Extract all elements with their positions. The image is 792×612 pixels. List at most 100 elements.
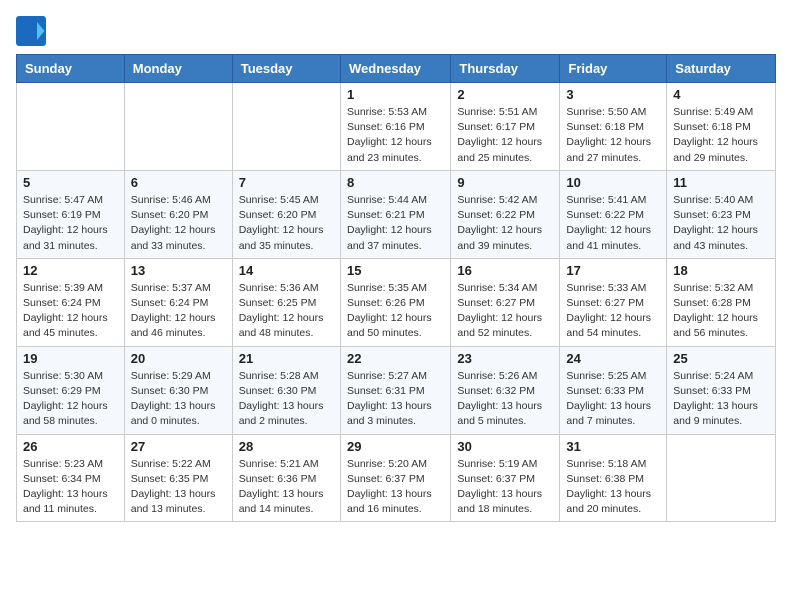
day-info: Sunrise: 5:22 AM Sunset: 6:35 PM Dayligh…: [131, 457, 226, 518]
day-number: 5: [23, 175, 118, 190]
calendar-cell: 22 Sunrise: 5:27 AM Sunset: 6:31 PM Dayli…: [340, 346, 450, 434]
day-number: 18: [673, 263, 769, 278]
calendar-cell: 28Sunrise: 5:21 AM Sunset: 6:36 PM Dayli…: [232, 434, 340, 522]
weekday-header-tuesday: Tuesday: [232, 55, 340, 83]
day-info: Sunrise: 5:39 AM Sunset: 6:24 PM Dayligh…: [23, 281, 118, 342]
calendar-cell: 10 Sunrise: 5:41 AM Sunset: 6:22 PM Dayli…: [560, 170, 667, 258]
calendar-cell: 11 Sunrise: 5:40 AM Sunset: 6:23 PM Dayli…: [667, 170, 776, 258]
day-number: 4: [673, 87, 769, 102]
day-number: 17: [566, 263, 660, 278]
day-number: 24: [566, 351, 660, 366]
day-info: Sunrise: 5:47 AM Sunset: 6:19 PM Dayligh…: [23, 193, 118, 254]
calendar-week-2: 5 Sunrise: 5:47 AM Sunset: 6:19 PM Daylig…: [17, 170, 776, 258]
page-container: SundayMondayTuesdayWednesdayThursdayFrid…: [16, 16, 776, 522]
day-info: Sunrise: 5:51 AM Sunset: 6:17 PM Dayligh…: [457, 105, 553, 166]
day-info: Sunrise: 5:36 AM Sunset: 6:25 PM Dayligh…: [239, 281, 334, 342]
day-info: Sunrise: 5:33 AM Sunset: 6:27 PM Dayligh…: [566, 281, 660, 342]
day-info: Sunrise: 5:37 AM Sunset: 6:24 PM Dayligh…: [131, 281, 226, 342]
weekday-header-row: SundayMondayTuesdayWednesdayThursdayFrid…: [17, 55, 776, 83]
day-number: 19: [23, 351, 118, 366]
weekday-header-wednesday: Wednesday: [340, 55, 450, 83]
calendar-cell: 17 Sunrise: 5:33 AM Sunset: 6:27 PM Dayli…: [560, 258, 667, 346]
day-info: Sunrise: 5:29 AM Sunset: 6:30 PM Dayligh…: [131, 369, 226, 430]
day-number: 1: [347, 87, 444, 102]
day-info: Sunrise: 5:45 AM Sunset: 6:20 PM Dayligh…: [239, 193, 334, 254]
day-info: Sunrise: 5:26 AM Sunset: 6:32 PM Dayligh…: [457, 369, 553, 430]
day-number: 29: [347, 439, 444, 454]
calendar-week-4: 19 Sunrise: 5:30 AM Sunset: 6:29 PM Dayli…: [17, 346, 776, 434]
calendar-cell: 1 Sunrise: 5:53 AM Sunset: 6:16 PM Daylig…: [340, 83, 450, 171]
calendar-week-3: 12 Sunrise: 5:39 AM Sunset: 6:24 PM Dayli…: [17, 258, 776, 346]
day-number: 20: [131, 351, 226, 366]
calendar-cell: 19 Sunrise: 5:30 AM Sunset: 6:29 PM Dayli…: [17, 346, 125, 434]
day-info: Sunrise: 5:49 AM Sunset: 6:18 PM Dayligh…: [673, 105, 769, 166]
calendar-cell: [124, 83, 232, 171]
calendar-cell: 9 Sunrise: 5:42 AM Sunset: 6:22 PM Daylig…: [451, 170, 560, 258]
day-number: 22: [347, 351, 444, 366]
day-number: 2: [457, 87, 553, 102]
day-info: Sunrise: 5:20 AM Sunset: 6:37 PM Dayligh…: [347, 457, 444, 518]
day-info: Sunrise: 5:44 AM Sunset: 6:21 PM Dayligh…: [347, 193, 444, 254]
day-number: 12: [23, 263, 118, 278]
day-info: Sunrise: 5:42 AM Sunset: 6:22 PM Dayligh…: [457, 193, 553, 254]
day-number: 31: [566, 439, 660, 454]
day-number: 21: [239, 351, 334, 366]
day-info: Sunrise: 5:30 AM Sunset: 6:29 PM Dayligh…: [23, 369, 118, 430]
calendar-cell: 20 Sunrise: 5:29 AM Sunset: 6:30 PM Dayli…: [124, 346, 232, 434]
calendar-cell: 16Sunrise: 5:34 AM Sunset: 6:27 PM Dayli…: [451, 258, 560, 346]
calendar-week-1: 1 Sunrise: 5:53 AM Sunset: 6:16 PM Daylig…: [17, 83, 776, 171]
logo: [16, 16, 50, 46]
calendar-cell: 23 Sunrise: 5:26 AM Sunset: 6:32 PM Dayli…: [451, 346, 560, 434]
day-number: 23: [457, 351, 553, 366]
calendar-cell: [667, 434, 776, 522]
day-info: Sunrise: 5:23 AM Sunset: 6:34 PM Dayligh…: [23, 457, 118, 518]
weekday-header-friday: Friday: [560, 55, 667, 83]
calendar-cell: 13 Sunrise: 5:37 AM Sunset: 6:24 PM Dayli…: [124, 258, 232, 346]
day-number: 14: [239, 263, 334, 278]
calendar-cell: 5 Sunrise: 5:47 AM Sunset: 6:19 PM Daylig…: [17, 170, 125, 258]
day-info: Sunrise: 5:40 AM Sunset: 6:23 PM Dayligh…: [673, 193, 769, 254]
day-number: 30: [457, 439, 553, 454]
calendar-cell: 27 Sunrise: 5:22 AM Sunset: 6:35 PM Dayli…: [124, 434, 232, 522]
day-info: Sunrise: 5:27 AM Sunset: 6:31 PM Dayligh…: [347, 369, 444, 430]
day-info: Sunrise: 5:46 AM Sunset: 6:20 PM Dayligh…: [131, 193, 226, 254]
calendar-cell: 24 Sunrise: 5:25 AM Sunset: 6:33 PM Dayli…: [560, 346, 667, 434]
header: [16, 16, 776, 46]
day-number: 15: [347, 263, 444, 278]
calendar-cell: 21Sunrise: 5:28 AM Sunset: 6:30 PM Dayli…: [232, 346, 340, 434]
day-number: 7: [239, 175, 334, 190]
day-info: Sunrise: 5:24 AM Sunset: 6:33 PM Dayligh…: [673, 369, 769, 430]
day-info: Sunrise: 5:53 AM Sunset: 6:16 PM Dayligh…: [347, 105, 444, 166]
day-number: 10: [566, 175, 660, 190]
calendar-cell: [17, 83, 125, 171]
calendar-cell: 30Sunrise: 5:19 AM Sunset: 6:37 PM Dayli…: [451, 434, 560, 522]
logo-icon: [16, 16, 46, 46]
day-info: Sunrise: 5:25 AM Sunset: 6:33 PM Dayligh…: [566, 369, 660, 430]
calendar-cell: [232, 83, 340, 171]
day-number: 11: [673, 175, 769, 190]
day-number: 9: [457, 175, 553, 190]
day-number: 27: [131, 439, 226, 454]
day-number: 8: [347, 175, 444, 190]
weekday-header-sunday: Sunday: [17, 55, 125, 83]
calendar-cell: 6 Sunrise: 5:46 AM Sunset: 6:20 PM Daylig…: [124, 170, 232, 258]
calendar-table: SundayMondayTuesdayWednesdayThursdayFrid…: [16, 54, 776, 522]
calendar-cell: 7 Sunrise: 5:45 AM Sunset: 6:20 PM Daylig…: [232, 170, 340, 258]
calendar-cell: 26Sunrise: 5:23 AM Sunset: 6:34 PM Dayli…: [17, 434, 125, 522]
day-number: 13: [131, 263, 226, 278]
calendar-cell: 14 Sunrise: 5:36 AM Sunset: 6:25 PM Dayli…: [232, 258, 340, 346]
calendar-cell: 18 Sunrise: 5:32 AM Sunset: 6:28 PM Dayli…: [667, 258, 776, 346]
calendar-cell: 8 Sunrise: 5:44 AM Sunset: 6:21 PM Daylig…: [340, 170, 450, 258]
calendar-cell: 31 Sunrise: 5:18 AM Sunset: 6:38 PM Dayli…: [560, 434, 667, 522]
day-number: 16: [457, 263, 553, 278]
day-info: Sunrise: 5:32 AM Sunset: 6:28 PM Dayligh…: [673, 281, 769, 342]
day-info: Sunrise: 5:41 AM Sunset: 6:22 PM Dayligh…: [566, 193, 660, 254]
weekday-header-thursday: Thursday: [451, 55, 560, 83]
weekday-header-saturday: Saturday: [667, 55, 776, 83]
day-info: Sunrise: 5:18 AM Sunset: 6:38 PM Dayligh…: [566, 457, 660, 518]
calendar-cell: 15Sunrise: 5:35 AM Sunset: 6:26 PM Dayli…: [340, 258, 450, 346]
calendar-cell: 4 Sunrise: 5:49 AM Sunset: 6:18 PM Daylig…: [667, 83, 776, 171]
day-number: 6: [131, 175, 226, 190]
day-number: 28: [239, 439, 334, 454]
calendar-cell: 29 Sunrise: 5:20 AM Sunset: 6:37 PM Dayli…: [340, 434, 450, 522]
